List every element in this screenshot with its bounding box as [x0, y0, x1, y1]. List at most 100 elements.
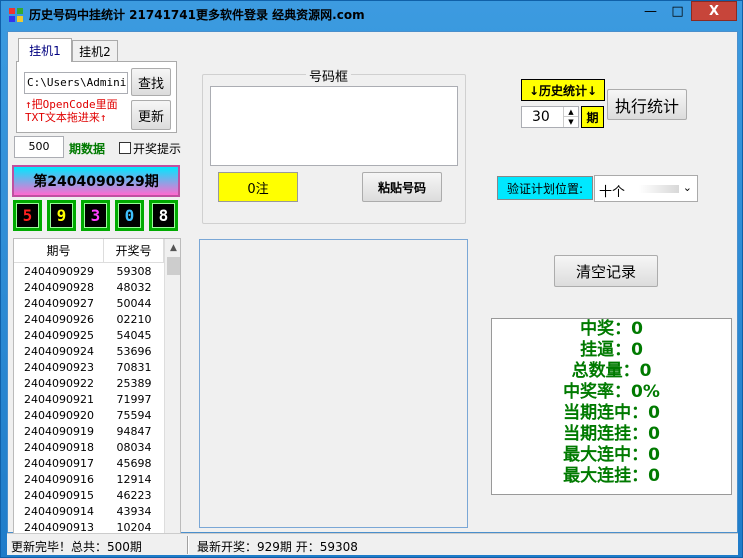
- execute-stats-button[interactable]: 执行统计: [607, 89, 687, 120]
- stat-current-win-streak: 当期连中：0: [563, 403, 660, 423]
- draw-digit-4: 0: [115, 200, 144, 231]
- paste-numbers-button[interactable]: 粘贴号码: [362, 172, 442, 202]
- select-highlight: [639, 185, 679, 193]
- table-row[interactable]: 2404090922 25389: [14, 376, 164, 392]
- periods-value: 30: [532, 109, 550, 125]
- cell-period: 2404090924: [24, 345, 94, 358]
- draw-hint-checkbox[interactable]: [119, 142, 131, 154]
- cell-draw-number: 46223: [116, 489, 152, 502]
- cell-period: 2404090927: [24, 297, 94, 310]
- tab-guaji1[interactable]: 挂机1: [18, 38, 72, 62]
- table-row[interactable]: 2404090918 08034: [14, 440, 164, 456]
- stat-max-win-streak: 最大连中：0: [563, 445, 660, 465]
- stat-loss: 挂逼：0: [580, 340, 643, 360]
- draw-digit-3: 3: [81, 200, 110, 231]
- cell-period: 2404090917: [24, 457, 94, 470]
- draw-digit-1: 5: [13, 200, 42, 231]
- verify-position-select[interactable]: 十个 ⌄: [594, 175, 698, 202]
- digit-value: 3: [84, 203, 107, 228]
- cell-draw-number: 08034: [116, 441, 152, 454]
- table-row[interactable]: 2404090913 10204: [14, 520, 164, 533]
- file-path-input[interactable]: C:\Users\Administ: [24, 72, 128, 94]
- cell-draw-number: 12914: [116, 473, 152, 486]
- update-button[interactable]: 更新: [131, 100, 171, 130]
- result-stats-panel: 中奖：0 挂逼：0 总数量：0 中奖率：0% 当期连中：0 当期连挂：0 最大连…: [491, 318, 732, 495]
- draw-digit-2: 9: [47, 200, 76, 231]
- table-scrollbar[interactable]: ▲: [164, 239, 180, 533]
- column-header-draw[interactable]: 开奖号: [104, 239, 164, 263]
- verify-selected-value: 十个: [599, 185, 626, 200]
- current-period-banner: 第2404090929期: [12, 165, 180, 197]
- spin-down-icon[interactable]: ▼: [563, 117, 578, 127]
- period-count-input[interactable]: 500: [14, 136, 64, 158]
- cell-period: 2404090915: [24, 489, 94, 502]
- clear-records-button[interactable]: 清空记录: [554, 255, 658, 287]
- table-row[interactable]: 2404090914 43934: [14, 504, 164, 520]
- client-area: 挂机1 挂机2 C:\Users\Administ 查找 ↑把OpenCode里…: [7, 31, 738, 534]
- verify-position-label: 验证计划位置:: [497, 176, 593, 200]
- cell-draw-number: 53696: [116, 345, 152, 358]
- table-row[interactable]: 2404090921 71997: [14, 392, 164, 408]
- scroll-up-icon[interactable]: ▲: [165, 239, 180, 256]
- table-row[interactable]: 2404090925 54045: [14, 328, 164, 344]
- drag-hint-line1: ↑把OpenCode里面: [25, 98, 118, 111]
- stat-max-loss-streak: 最大连挂：0: [563, 466, 660, 486]
- draw-digit-5: 8: [149, 200, 178, 231]
- cell-period: 2404090922: [24, 377, 94, 390]
- title-bar[interactable]: 历史号码中挂统计 21741741更多软件登录 经典资源网.com — □ X: [1, 1, 743, 29]
- cell-draw-number: 43934: [116, 505, 152, 518]
- periods-spinner[interactable]: 30 ▲ ▼: [521, 106, 579, 128]
- minimize-button[interactable]: —: [637, 1, 664, 21]
- table-row[interactable]: 2404090923 70831: [14, 360, 164, 376]
- stat-current-loss-streak: 当期连挂：0: [563, 424, 660, 444]
- digit-value: 0: [118, 203, 141, 228]
- number-box-title: 号码框: [306, 66, 352, 85]
- table-row[interactable]: 2404090916 12914: [14, 472, 164, 488]
- tab-panel: C:\Users\Administ 查找 ↑把OpenCode里面 TXT文本拖…: [16, 61, 177, 133]
- app-window: 历史号码中挂统计 21741741更多软件登录 经典资源网.com — □ X …: [0, 0, 743, 558]
- table-row[interactable]: 2404090919 94847: [14, 424, 164, 440]
- stat-win: 中奖：0: [580, 319, 643, 339]
- maximize-button[interactable]: □: [664, 1, 691, 21]
- cell-draw-number: 75594: [116, 409, 152, 422]
- close-button[interactable]: X: [691, 1, 737, 21]
- cell-draw-number: 71997: [116, 393, 152, 406]
- find-button[interactable]: 查找: [131, 68, 171, 96]
- chevron-down-icon[interactable]: ⌄: [683, 181, 692, 194]
- cell-draw-number: 59308: [116, 265, 152, 278]
- table-row[interactable]: 2404090920 75594: [14, 408, 164, 424]
- tab-guaji2[interactable]: 挂机2: [72, 40, 118, 62]
- digit-value: 9: [50, 203, 73, 228]
- cell-draw-number: 45698: [116, 457, 152, 470]
- cell-draw-number: 54045: [116, 329, 152, 342]
- column-header-period[interactable]: 期号: [14, 239, 104, 263]
- spin-up-icon[interactable]: ▲: [563, 107, 578, 117]
- number-box-group: 号码框 0注 粘贴号码: [202, 66, 466, 224]
- table-row[interactable]: 2404090915 46223: [14, 488, 164, 504]
- table-row[interactable]: 2404090926 02210: [14, 312, 164, 328]
- bet-count-display: 0注: [218, 172, 298, 202]
- output-panel[interactable]: [199, 239, 468, 528]
- cell-draw-number: 94847: [116, 425, 152, 438]
- history-stats-button[interactable]: ↓历史统计↓: [521, 79, 605, 101]
- periods-unit-label: 期: [581, 106, 604, 128]
- table-row[interactable]: 2404090929 59308: [14, 264, 164, 280]
- cell-period: 2404090921: [24, 393, 94, 406]
- status-bar: 更新完毕！总共：500期 最新开奖：929期 开：59308: [7, 533, 738, 555]
- cell-draw-number: 70831: [116, 361, 152, 374]
- table-row[interactable]: 2404090927 50044: [14, 296, 164, 312]
- cell-period: 2404090928: [24, 281, 94, 294]
- window-title: 历史号码中挂统计 21741741更多软件登录 经典资源网.com: [29, 8, 365, 22]
- scroll-thumb[interactable]: [167, 257, 180, 275]
- table-row[interactable]: 2404090924 53696: [14, 344, 164, 360]
- number-input-area[interactable]: [210, 86, 458, 166]
- table-row[interactable]: 2404090928 48032: [14, 280, 164, 296]
- stat-win-rate: 中奖率：0%: [563, 382, 660, 402]
- digit-value: 8: [152, 203, 175, 228]
- table-row[interactable]: 2404090917 45698: [14, 456, 164, 472]
- history-table[interactable]: 期号 开奖号 2404090929 59308 2404090928 48032 240…: [13, 238, 181, 534]
- cell-period: 2404090918: [24, 441, 94, 454]
- digit-value: 5: [16, 203, 39, 228]
- cell-period: 2404090929: [24, 265, 94, 278]
- cell-draw-number: 02210: [116, 313, 152, 326]
